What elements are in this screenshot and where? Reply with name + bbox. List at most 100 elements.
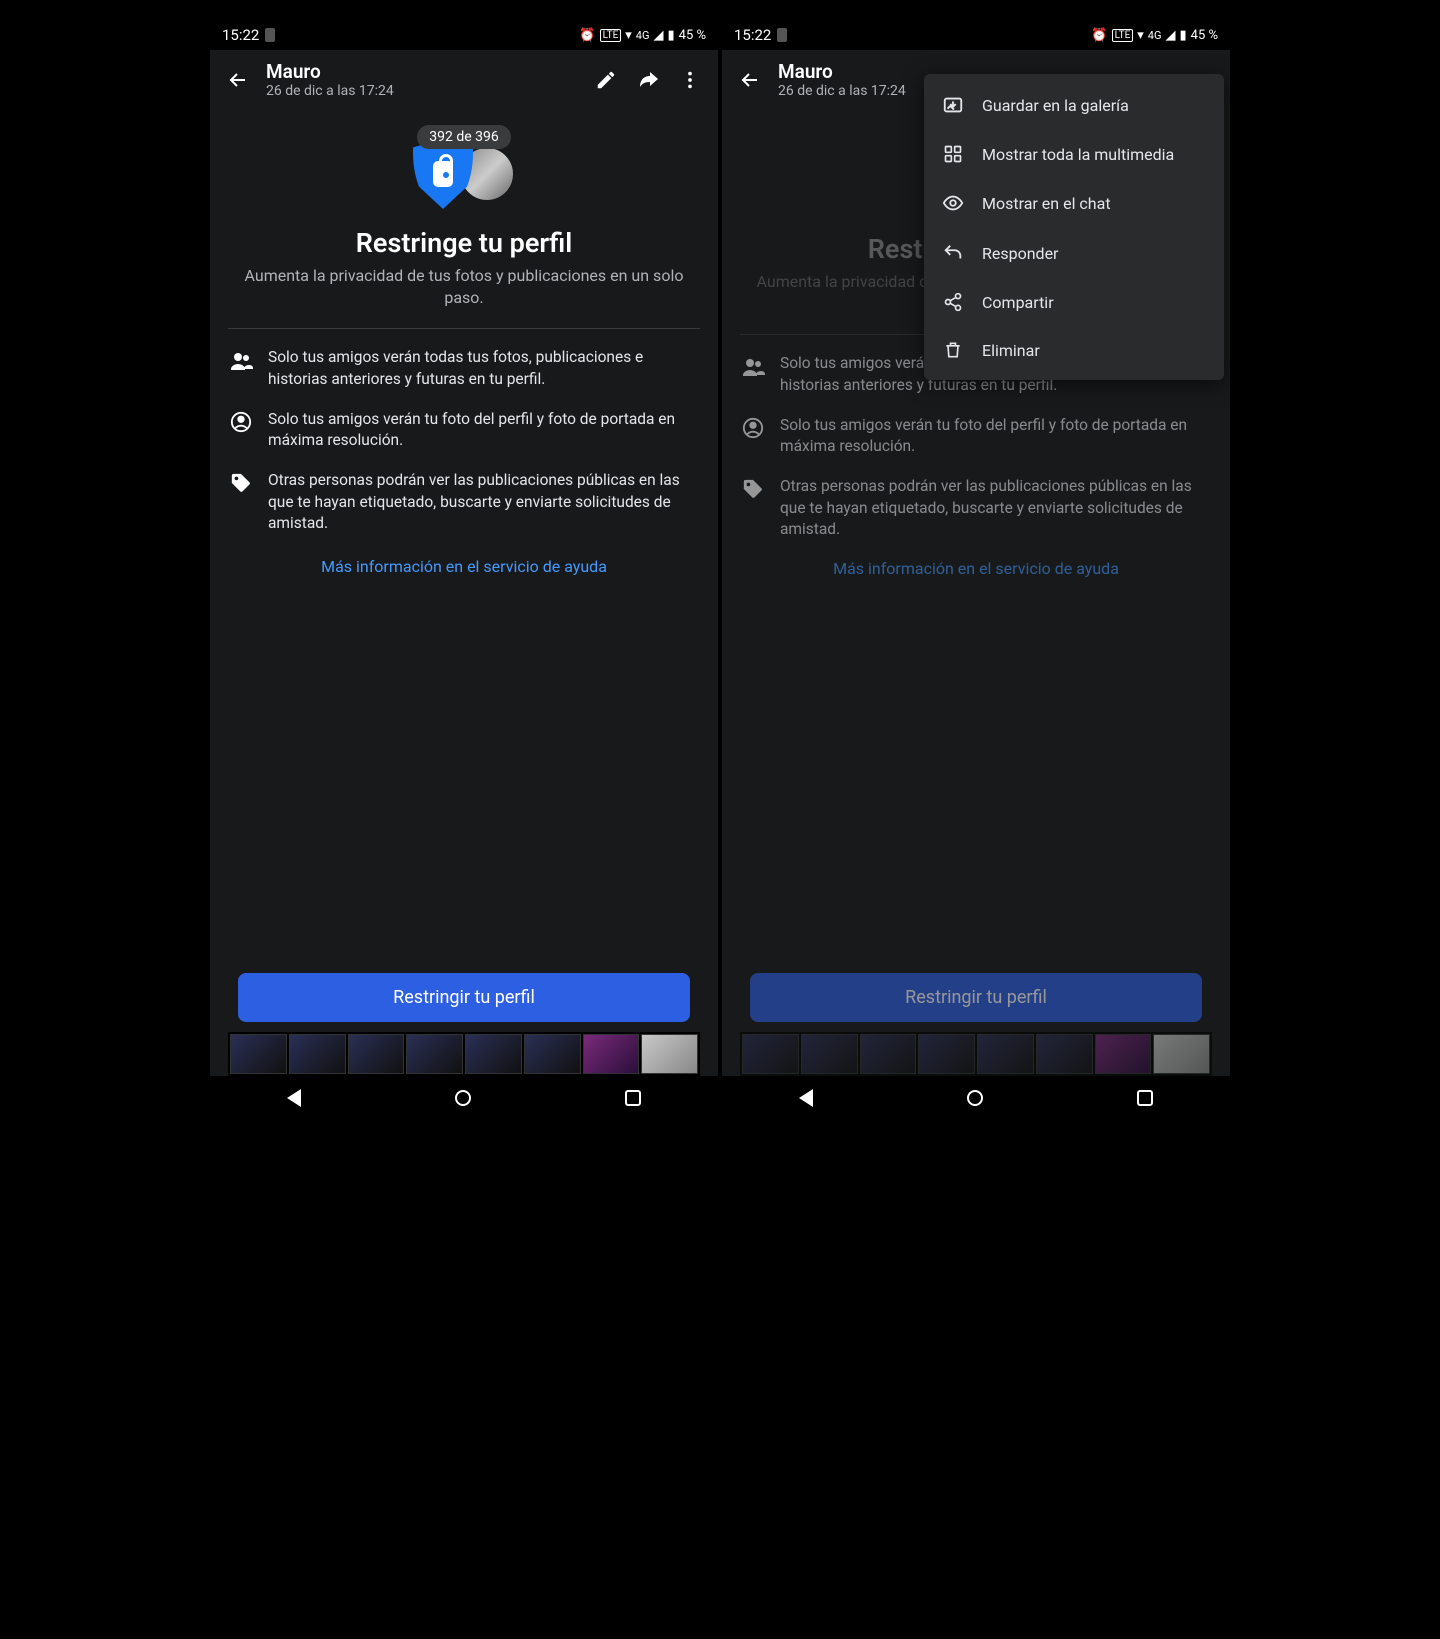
status-bar: 15:22 ⏰ LTE ▾ 4G ◢ ▮ 45 % bbox=[210, 20, 718, 50]
thumbnail-strip[interactable] bbox=[740, 1032, 1212, 1076]
thumb[interactable] bbox=[1095, 1034, 1152, 1074]
tag-icon bbox=[228, 470, 254, 535]
thumb[interactable] bbox=[1036, 1034, 1093, 1074]
shield-icon bbox=[413, 139, 473, 209]
back-button[interactable] bbox=[736, 66, 764, 94]
menu-show-in-chat[interactable]: Mostrar en el chat bbox=[924, 178, 1224, 228]
nav-recent-icon[interactable] bbox=[625, 1090, 641, 1106]
nav-back-icon[interactable] bbox=[799, 1089, 813, 1107]
help-link[interactable]: Más información en el servicio de ayuda bbox=[228, 557, 700, 576]
thumb[interactable] bbox=[918, 1034, 975, 1074]
grid-icon bbox=[942, 144, 964, 164]
friends-icon bbox=[228, 347, 254, 390]
wifi-icon: ▾ bbox=[1137, 28, 1144, 43]
net-icon: 4G bbox=[1148, 29, 1162, 42]
battery-pct: 45 % bbox=[1191, 28, 1218, 43]
net-icon: 4G bbox=[636, 29, 650, 42]
header-title: Mauro bbox=[266, 60, 578, 83]
thumb[interactable] bbox=[742, 1034, 799, 1074]
alarm-icon: ⏰ bbox=[1091, 28, 1107, 43]
hero-icons bbox=[228, 139, 700, 209]
signal-icon: ◢ bbox=[653, 28, 663, 43]
android-navbar bbox=[210, 1076, 718, 1120]
alarm-icon: ⏰ bbox=[579, 28, 595, 43]
nav-recent-icon[interactable] bbox=[1137, 1090, 1153, 1106]
status-time: 15:22 bbox=[222, 26, 259, 44]
thumb[interactable] bbox=[524, 1034, 581, 1074]
divider bbox=[228, 328, 700, 329]
edit-button[interactable] bbox=[592, 66, 620, 94]
battery-pct: 45 % bbox=[679, 28, 706, 43]
profile-icon bbox=[740, 415, 766, 458]
thumb[interactable] bbox=[860, 1034, 917, 1074]
bullet-photo: Solo tus amigos verán tu foto del perfil… bbox=[228, 409, 700, 452]
menu-save-gallery[interactable]: Guardar en la galería bbox=[924, 80, 1224, 130]
phone-screen-left: 15:22 ⏰ LTE ▾ 4G ◢ ▮ 45 % Mauro 26 de di… bbox=[210, 20, 718, 1120]
image-counter: 392 de 396 bbox=[417, 125, 510, 149]
thumb[interactable] bbox=[583, 1034, 640, 1074]
profile-icon bbox=[228, 409, 254, 452]
friends-icon bbox=[740, 353, 766, 396]
thumb[interactable] bbox=[230, 1034, 287, 1074]
more-button[interactable] bbox=[676, 66, 704, 94]
nav-home-icon[interactable] bbox=[455, 1090, 471, 1106]
help-link[interactable]: Más información en el servicio de ayuda bbox=[740, 559, 1212, 578]
bullet-text-1: Solo tus amigos verán tu foto del perfil… bbox=[780, 415, 1212, 458]
menu-reply[interactable]: Responder bbox=[924, 228, 1224, 278]
thumb[interactable] bbox=[641, 1034, 698, 1074]
thumb[interactable] bbox=[801, 1034, 858, 1074]
eye-icon bbox=[942, 192, 964, 214]
back-button[interactable] bbox=[224, 66, 252, 94]
header-subtitle: 26 de dic a las 17:24 bbox=[266, 83, 578, 99]
bullet-photo: Solo tus amigos verán tu foto del perfil… bbox=[740, 415, 1212, 458]
thumbnail-strip[interactable] bbox=[228, 1032, 700, 1076]
share-icon bbox=[942, 292, 964, 312]
menu-label: Compartir bbox=[982, 293, 1054, 312]
android-navbar bbox=[722, 1076, 1230, 1120]
app-bar: Mauro 26 de dic a las 17:24 bbox=[210, 50, 718, 109]
forward-button[interactable] bbox=[634, 66, 662, 94]
thumb[interactable] bbox=[348, 1034, 405, 1074]
battery-icon: ▮ bbox=[1179, 28, 1186, 43]
phone-screen-right: 15:22 ⏰ LTE ▾ 4G ◢ ▮ 45 % Mauro 26 de di… bbox=[722, 20, 1230, 1120]
overflow-menu: Guardar en la galería Mostrar toda la mu… bbox=[924, 74, 1224, 380]
menu-delete[interactable]: Eliminar bbox=[924, 326, 1224, 374]
reply-icon bbox=[942, 242, 964, 264]
thumb[interactable] bbox=[289, 1034, 346, 1074]
restrict-title: Restringe tu perfil bbox=[228, 227, 700, 259]
restrict-cta-button[interactable]: Restringir tu perfil bbox=[750, 973, 1202, 1022]
lte-icon: LTE bbox=[1112, 29, 1134, 42]
trash-icon bbox=[942, 340, 964, 360]
restrict-cta-button[interactable]: Restringir tu perfil bbox=[238, 973, 690, 1022]
status-bar: 15:22 ⏰ LTE ▾ 4G ◢ ▮ 45 % bbox=[722, 20, 1230, 50]
notch-icon bbox=[265, 28, 275, 42]
menu-label: Responder bbox=[982, 244, 1058, 263]
menu-label: Guardar en la galería bbox=[982, 96, 1129, 115]
battery-icon: ▮ bbox=[667, 28, 674, 43]
thumb[interactable] bbox=[1153, 1034, 1210, 1074]
nav-home-icon[interactable] bbox=[967, 1090, 983, 1106]
nav-back-icon[interactable] bbox=[287, 1089, 301, 1107]
bullet-text-2: Otras personas podrán ver las publicacio… bbox=[268, 470, 700, 535]
thumb[interactable] bbox=[465, 1034, 522, 1074]
bullet-text-0: Solo tus amigos verán todas tus fotos, p… bbox=[268, 347, 700, 390]
menu-show-all-media[interactable]: Mostrar toda la multimedia bbox=[924, 130, 1224, 178]
restrict-subtitle: Aumenta la privacidad de tus fotos y pub… bbox=[228, 265, 700, 308]
status-time: 15:22 bbox=[734, 26, 771, 44]
menu-share[interactable]: Compartir bbox=[924, 278, 1224, 326]
thumb[interactable] bbox=[977, 1034, 1034, 1074]
bullet-friends: Solo tus amigos verán todas tus fotos, p… bbox=[228, 347, 700, 390]
menu-label: Eliminar bbox=[982, 341, 1040, 360]
tag-icon bbox=[740, 476, 766, 541]
bullet-tag: Otras personas podrán ver las publicacio… bbox=[740, 476, 1212, 541]
wifi-icon: ▾ bbox=[625, 28, 632, 43]
lte-icon: LTE bbox=[600, 29, 622, 42]
notch-icon bbox=[777, 28, 787, 42]
thumb[interactable] bbox=[406, 1034, 463, 1074]
menu-label: Mostrar en el chat bbox=[982, 194, 1111, 213]
download-image-icon bbox=[942, 94, 964, 116]
bullet-tag: Otras personas podrán ver las publicacio… bbox=[228, 470, 700, 535]
bullet-text-2: Otras personas podrán ver las publicacio… bbox=[780, 476, 1212, 541]
bullet-text-1: Solo tus amigos verán tu foto del perfil… bbox=[268, 409, 700, 452]
content-area: 392 de 396 Restringe tu perfil Aumenta l… bbox=[210, 109, 718, 1076]
